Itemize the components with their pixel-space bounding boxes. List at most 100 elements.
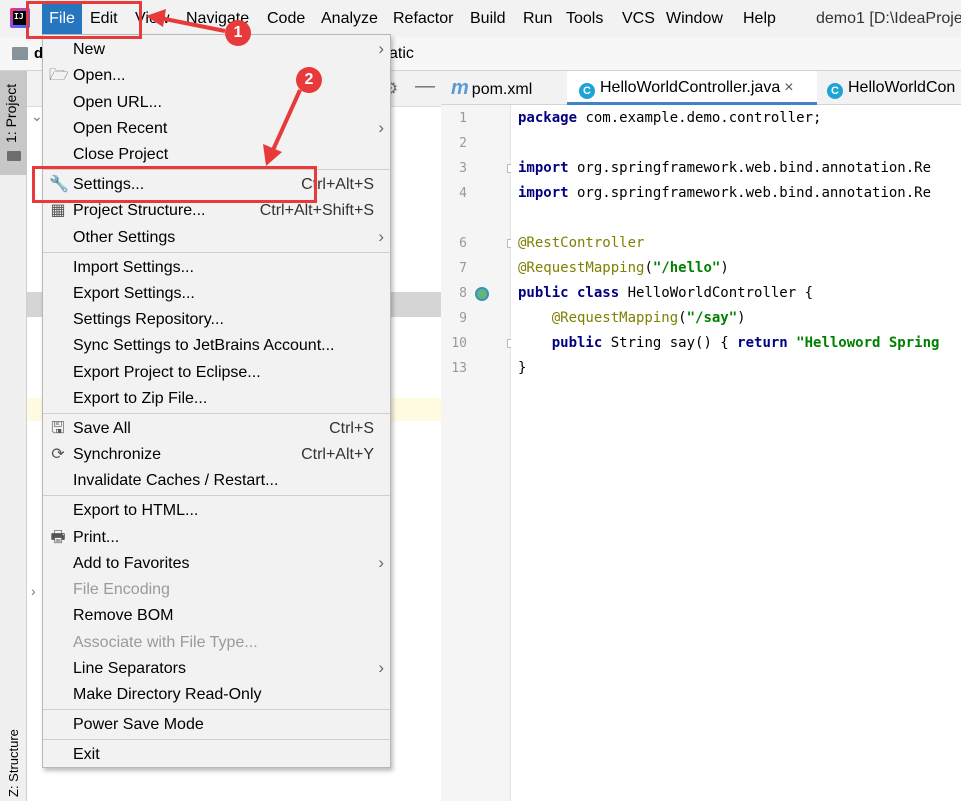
menu-tools[interactable]: Tools: [566, 9, 603, 29]
chevron-right-icon: ›: [378, 553, 384, 572]
menu-code[interactable]: Code: [267, 9, 305, 29]
menu-refactor[interactable]: Refactor: [393, 9, 453, 29]
menu-item-line-separators[interactable]: Line Separators ›: [43, 656, 390, 682]
line-number: 2: [459, 136, 467, 151]
menu-item-label: Add to Favorites: [73, 555, 190, 572]
menu-item-export-zip[interactable]: Export to Zip File...: [43, 386, 390, 412]
menu-item-save-all[interactable]: 🖫 Save All Ctrl+S: [43, 416, 390, 442]
menu-item-export-settings[interactable]: Export Settings...: [43, 281, 390, 307]
menu-run[interactable]: Run: [523, 9, 552, 29]
menu-vcs[interactable]: VCS: [622, 9, 655, 29]
code-text: ): [720, 260, 729, 276]
line-number: 3: [459, 161, 467, 176]
menu-item-export-html[interactable]: Export to HTML...: [43, 498, 390, 524]
menu-item-label: File Encoding: [73, 581, 170, 598]
menu-item-label: Project Structure...: [73, 202, 206, 219]
menu-item-open-recent[interactable]: Open Recent ›: [43, 116, 390, 142]
menu-item-label: Export Project to Eclipse...: [73, 364, 261, 381]
chevron-right-icon: ›: [378, 118, 384, 137]
save-icon: 🖫: [51, 420, 65, 437]
tab-pom-xml[interactable]: m pom.xml: [451, 71, 532, 105]
code-line: @RestController: [518, 231, 644, 256]
printer-icon: 🖶: [50, 529, 66, 546]
annotation-box-settings: [32, 166, 317, 203]
menu-item-print[interactable]: 🖶 Print...: [43, 525, 390, 551]
menu-item-label: Import Settings...: [73, 259, 194, 276]
annotation-badge-2: 2: [296, 67, 322, 93]
menu-item-import-settings[interactable]: Import Settings...: [43, 255, 390, 281]
code-text: org.springframework.web.bind.annotation.…: [568, 185, 932, 201]
menu-item-make-read-only[interactable]: Make Directory Read-Only: [43, 682, 390, 708]
project-tab-label: 1: Project: [3, 83, 19, 143]
menu-item-other-settings[interactable]: Other Settings ›: [43, 225, 390, 251]
window-title: demo1 [D:\IdeaProje: [816, 10, 961, 27]
menu-item-synchronize[interactable]: ⟳ Synchronize Ctrl+Alt+Y: [43, 442, 390, 468]
code-line: @RequestMapping("/hello"): [518, 256, 729, 281]
menu-item-shortcut: Ctrl+S: [329, 420, 374, 437]
menu-build[interactable]: Build: [470, 9, 506, 29]
project-tool-tab[interactable]: 1: Project: [0, 71, 27, 175]
keyword: package: [518, 110, 578, 126]
menu-item-label: Associate with File Type...: [73, 634, 258, 651]
tab-helloworldcontroller[interactable]: C HelloWorldController.java ×: [567, 71, 817, 105]
chevron-right-icon[interactable]: ›: [31, 583, 36, 599]
menu-item-export-eclipse[interactable]: Export Project to Eclipse...: [43, 360, 390, 386]
chevron-right-icon: ›: [378, 227, 384, 246]
menu-item-sync-settings[interactable]: Sync Settings to JetBrains Account...: [43, 333, 390, 359]
code-text: (: [678, 310, 687, 326]
line-number: 8: [459, 286, 467, 301]
hide-panel-icon[interactable]: —: [415, 75, 435, 98]
java-class-icon: C: [827, 83, 843, 99]
menu-item-remove-bom[interactable]: Remove BOM: [43, 603, 390, 629]
code-line: @RequestMapping("/say"): [518, 306, 746, 331]
annotation: @RequestMapping: [518, 260, 645, 276]
menu-item-label: Export to HTML...: [73, 502, 199, 519]
menu-item-label: Open Recent: [73, 120, 168, 137]
tab-label: pom.xml: [471, 81, 533, 98]
structure-tool-tab[interactable]: Z: Structure: [6, 729, 21, 797]
menu-window[interactable]: Window: [666, 9, 723, 29]
menu-item-label: Invalidate Caches / Restart...: [73, 472, 279, 489]
code-text: (: [644, 260, 653, 276]
spring-bean-icon[interactable]: [475, 287, 489, 301]
menu-item-new[interactable]: New ›: [43, 37, 390, 63]
code-text: com.example.demo.controller;: [577, 110, 822, 126]
menu-item-label: Open URL...: [73, 94, 162, 111]
menu-item-label: Export Settings...: [73, 285, 195, 302]
keyword: public: [518, 335, 603, 351]
menu-item-open[interactable]: 🗁 Open...: [43, 63, 390, 89]
java-class-icon: C: [579, 83, 595, 99]
breadcrumb-tail[interactable]: atic: [389, 45, 414, 63]
close-icon[interactable]: ×: [784, 79, 793, 96]
menu-item-label: Open...: [73, 67, 126, 84]
tab-helloworldcontroller-2[interactable]: C HelloWorldCon: [821, 71, 955, 105]
menu-item-label: Close Project: [73, 146, 169, 163]
keyword: import: [518, 160, 569, 176]
menu-separator: [43, 709, 390, 710]
annotation: @RequestMapping: [518, 310, 679, 326]
menu-analyze[interactable]: Analyze: [321, 9, 378, 29]
annotation-badge-1: 1: [225, 20, 251, 46]
folder-open-icon: 🗁: [49, 67, 69, 84]
line-number: 9: [459, 311, 467, 326]
code-text: }: [518, 360, 527, 376]
code-text: org.springframework.web.bind.annotation.…: [568, 160, 932, 176]
menu-item-invalidate-caches[interactable]: Invalidate Caches / Restart...: [43, 468, 390, 494]
chevron-down-icon[interactable]: ⌄: [31, 108, 43, 125]
menu-item-label: Settings Repository...: [73, 311, 224, 328]
menu-item-close-project[interactable]: Close Project: [43, 142, 390, 168]
code-editor[interactable]: package com.example.demo.controller; imp…: [511, 105, 961, 801]
file-menu-dropdown: New › 🗁 Open... Open URL... Open Recent › C…: [42, 34, 391, 768]
menu-help[interactable]: Help: [743, 9, 776, 29]
menu-item-exit[interactable]: Exit: [43, 742, 390, 768]
menu-item-add-favorites[interactable]: Add to Favorites ›: [43, 551, 390, 577]
menu-item-power-save[interactable]: Power Save Mode: [43, 712, 390, 738]
menu-separator: [43, 413, 390, 414]
menu-item-open-url[interactable]: Open URL...: [43, 90, 390, 116]
line-number: 1: [459, 111, 467, 126]
tab-label: HelloWorldController.java: [600, 79, 781, 96]
code-text: String say() {: [602, 335, 738, 351]
menu-item-settings-repository[interactable]: Settings Repository...: [43, 307, 390, 333]
chevron-right-icon: ›: [378, 658, 384, 677]
menu-item-label: Sync Settings to JetBrains Account...: [73, 337, 335, 354]
